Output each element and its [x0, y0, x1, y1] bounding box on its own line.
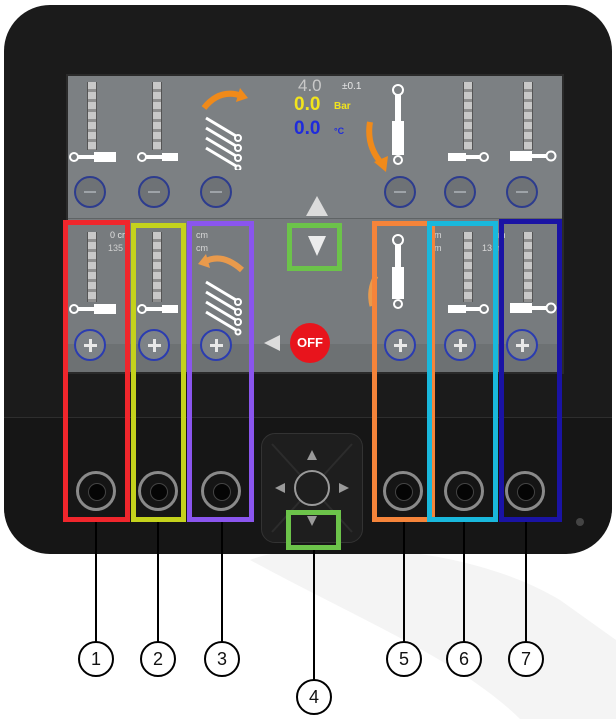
tilt-cylinders-icon	[201, 88, 248, 170]
callout-line-4	[313, 550, 315, 680]
cylinder-rod-icon	[463, 82, 473, 150]
minus-button-7[interactable]	[506, 176, 538, 208]
callout-line-1	[95, 522, 97, 642]
callout-2: 2	[140, 641, 176, 677]
cylinder-rod-icon	[87, 82, 97, 150]
highlight-box-6	[427, 221, 498, 522]
cylinder-icon	[137, 152, 178, 162]
off-button[interactable]: OFF	[290, 323, 330, 363]
callout-3: 3	[204, 641, 240, 677]
highlight-box-up-arrow	[287, 223, 342, 271]
status-led	[576, 518, 584, 526]
arrow-up-icon[interactable]	[304, 194, 330, 218]
vertical-cylinder-icon	[366, 84, 404, 172]
minus-button-5[interactable]	[384, 176, 416, 208]
callout-line-3	[221, 522, 223, 642]
arrow-left-icon[interactable]	[262, 334, 282, 352]
cylinder-icon	[448, 152, 489, 162]
temperature-value: 0.0	[294, 118, 321, 139]
highlight-box-2	[131, 223, 186, 522]
dpad-right-button[interactable]	[332, 481, 356, 505]
highlight-box-3	[187, 221, 254, 522]
highlight-box-dpad-down	[286, 510, 341, 550]
callout-7: 7	[508, 641, 544, 677]
highlight-box-5	[372, 221, 435, 522]
callout-4: 4	[296, 679, 332, 715]
callout-line-2	[157, 522, 159, 642]
dpad-left-button[interactable]	[266, 481, 290, 505]
pressure-value: 0.0	[294, 94, 321, 115]
callout-5: 5	[386, 641, 422, 677]
minus-button-1[interactable]	[74, 176, 106, 208]
temperature-unit: °C	[334, 126, 345, 136]
dpad-center-button[interactable]	[294, 470, 330, 506]
pressure-unit: Bar	[334, 101, 351, 112]
highlight-box-7	[499, 219, 562, 522]
setpoint-value: 4.0	[298, 76, 322, 95]
cylinder-rod-icon	[152, 82, 162, 150]
minus-button-3[interactable]	[200, 176, 232, 208]
cylinder-icon	[510, 150, 557, 162]
minus-button-2[interactable]	[138, 176, 170, 208]
callout-6: 6	[446, 641, 482, 677]
cylinder-icon	[69, 152, 116, 162]
tolerance-value: ±0.1	[342, 81, 362, 92]
callout-line-5	[403, 522, 405, 642]
callout-line-6	[463, 522, 465, 642]
callout-1: 1	[78, 641, 114, 677]
dpad-up-button[interactable]	[299, 445, 323, 469]
cylinder-rod-icon	[523, 82, 533, 150]
off-label: OFF	[297, 335, 323, 350]
minus-button-6[interactable]	[444, 176, 476, 208]
highlight-box-1	[63, 220, 130, 522]
callout-line-7	[525, 522, 527, 642]
screen-divider	[68, 218, 562, 219]
